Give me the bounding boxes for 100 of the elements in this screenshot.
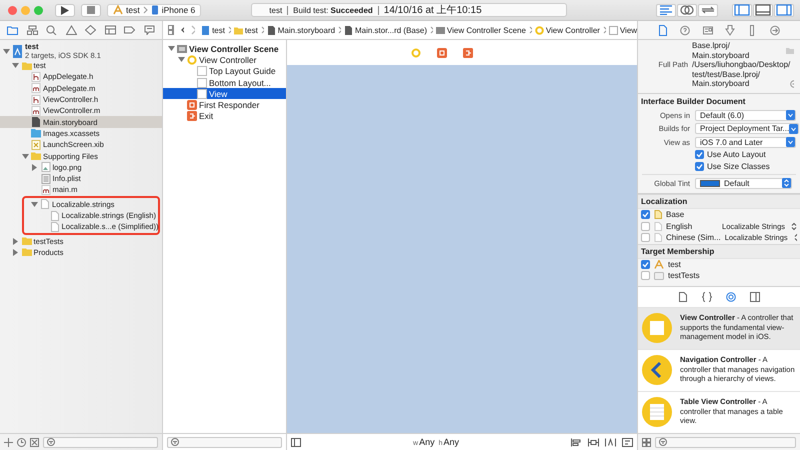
outline-item[interactable]: View Controller Scene [163, 43, 286, 54]
scene-icon [177, 44, 187, 54]
phone-icon [150, 5, 159, 15]
align-icon[interactable] [571, 438, 582, 446]
left-panel-toggle[interactable] [732, 4, 752, 16]
resolve-icon[interactable] [605, 438, 616, 446]
section-title: Target Membership [638, 244, 800, 258]
view-icon [197, 66, 207, 76]
stepper-arrows-icon[interactable] [794, 233, 797, 242]
folder-icon [234, 26, 243, 34]
add-icon[interactable] [4, 438, 13, 446]
panel-left-icon [734, 4, 750, 16]
checkbox[interactable] [641, 222, 650, 231]
view-icon [197, 78, 207, 88]
breadcrumb[interactable]: Main.stor...rd (Base) [344, 26, 427, 34]
outline-item[interactable]: Exit [163, 110, 286, 122]
chevron-icon [602, 26, 606, 34]
outline-item[interactable]: First Responder [163, 99, 286, 111]
breadcrumb[interactable]: test [201, 26, 225, 34]
checkbox[interactable] [641, 233, 650, 242]
rings-icon [680, 5, 694, 15]
language-name: English [666, 222, 694, 231]
app-icon [654, 260, 664, 269]
disclosure-triangle-icon[interactable] [30, 200, 38, 208]
debug-navigator-tab[interactable] [103, 23, 118, 37]
pin-icon[interactable] [588, 438, 599, 446]
square-icon[interactable] [30, 438, 39, 446]
scene-icon [436, 26, 445, 34]
filter-field[interactable] [655, 436, 796, 448]
run-button[interactable] [55, 4, 75, 16]
attributes-inspector-tab[interactable] [723, 23, 738, 37]
app-icon [113, 5, 123, 15]
stepper-arrows-icon[interactable] [791, 222, 797, 231]
circle-icon [726, 292, 736, 302]
resize-icon[interactable] [622, 438, 633, 446]
storyboard-icon [266, 26, 276, 34]
breadcrumb[interactable]: View Controller Scene [436, 26, 526, 34]
outline-item[interactable]: View [163, 88, 286, 100]
disclosure-triangle-icon[interactable] [2, 48, 10, 54]
status-project: test [268, 6, 284, 14]
checkbox[interactable] [641, 271, 650, 280]
chevron-icon [228, 26, 231, 34]
object-library-tab[interactable] [724, 290, 738, 304]
full-path: /Users/liuhongbao/Desktop/ test/test/Base.lproj/ Main.storyboard [692, 60, 790, 88]
media-library-tab[interactable] [748, 290, 762, 304]
debug-icon [104, 25, 116, 35]
scheme-selector[interactable]: test iPhone 6 [107, 4, 202, 16]
stop-icon [87, 6, 95, 14]
stop-button[interactable] [81, 4, 101, 16]
checkbox[interactable] [641, 260, 650, 269]
warning-navigator-tab[interactable] [64, 23, 78, 37]
view-icon [197, 88, 207, 99]
test-navigator-tab[interactable] [84, 23, 98, 37]
search-navigator-tab[interactable] [44, 23, 59, 37]
grid-icon[interactable] [642, 438, 651, 446]
filter-field[interactable] [43, 436, 158, 448]
target-name: test [668, 260, 682, 269]
assistant-editor-button[interactable] [677, 4, 697, 16]
clock-icon[interactable] [17, 438, 26, 446]
document-icon [658, 24, 668, 36]
asset-folder-icon [31, 128, 41, 138]
breadcrumb[interactable]: Main.storyboard [266, 26, 336, 34]
hierarchy-navigator-tab[interactable] [25, 23, 40, 37]
back-icon[interactable] [180, 25, 184, 35]
popup-button[interactable]: iOS 7.0 and Later [695, 136, 796, 148]
base-file-icon [654, 210, 662, 220]
bottom-panel-toggle[interactable] [753, 4, 773, 16]
close-button[interactable] [8, 6, 17, 14]
source-file-icon [31, 83, 41, 94]
breadcrumb[interactable]: test [234, 26, 258, 34]
log-navigator-tab[interactable] [142, 23, 156, 37]
checkbox[interactable] [695, 162, 704, 171]
sidebar-icon[interactable] [291, 438, 301, 446]
color-popup-button[interactable]: Default [695, 178, 792, 188]
breadcrumb[interactable]: View [608, 26, 637, 34]
file-library-tab[interactable] [676, 290, 690, 304]
filter-field[interactable] [167, 436, 282, 448]
location-path: Base.lproj/ Main.storyboard [692, 41, 750, 60]
checkbox[interactable] [641, 210, 650, 220]
checkbox[interactable] [695, 150, 704, 160]
standard-editor-button[interactable] [656, 4, 676, 16]
popup-button[interactable]: Default (6.0) [695, 110, 796, 121]
outline-item[interactable]: Bottom Layout... [163, 76, 286, 88]
document-icon [50, 222, 60, 232]
outline-item[interactable]: View Controller [163, 54, 286, 66]
circle-icon [534, 26, 544, 34]
panel-bottom-icon [755, 4, 771, 16]
view-controller-icon [642, 313, 672, 343]
help-inspector-tab[interactable] [678, 23, 692, 37]
grid-icon[interactable] [168, 25, 174, 35]
breadcrumb[interactable]: View Controller [534, 26, 600, 34]
popup-button[interactable]: Project Deployment Tar... [695, 123, 800, 134]
connections-inspector-tab[interactable] [768, 23, 782, 37]
search-icon [46, 25, 58, 35]
right-panel-toggle[interactable] [774, 4, 794, 16]
outline-item[interactable]: Top Layout Guide [163, 66, 286, 77]
version-editor-button[interactable] [698, 4, 718, 16]
film-icon [750, 292, 760, 302]
code-library-tab[interactable] [700, 290, 714, 304]
project-icon [12, 44, 23, 58]
